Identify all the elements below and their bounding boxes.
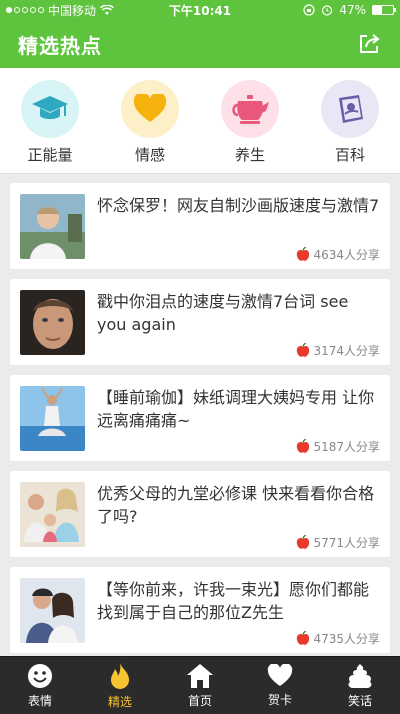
- article-thumbnail: [20, 386, 85, 451]
- article-title: 优秀父母的九堂必修课 快来看看你合格了吗?: [97, 484, 375, 526]
- category-label: 情感: [134, 146, 165, 164]
- apple-icon: [297, 439, 310, 453]
- article-thumbnail: [20, 290, 85, 355]
- header: 精选热点: [0, 20, 400, 68]
- article-card[interactable]: 戳中你泪点的速度与激情7台词 see you again 3174人分享: [10, 279, 390, 365]
- flame-icon: [111, 662, 129, 689]
- share-count: 4735人分享: [296, 630, 380, 647]
- category-circle: [221, 80, 279, 138]
- article-card[interactable]: 【睡前瑜伽】妹纸调理大姨妈专用 让你远离痛痛痛~ 5187人分享: [10, 375, 390, 461]
- share-button[interactable]: [356, 31, 382, 57]
- article-title: 戳中你泪点的速度与激情7台词 see you again: [97, 292, 349, 334]
- category-label: 养生: [234, 146, 265, 164]
- article-thumbnail: [20, 482, 85, 547]
- article-title: 【等你前来，许我一束光】愿你们都能找到属于自己的那位Z先生: [97, 580, 370, 622]
- share-count-label: 5771人分享: [313, 536, 380, 550]
- alarm-icon: [322, 5, 333, 16]
- smiley-icon: [28, 663, 52, 688]
- category-label: 百科: [334, 146, 365, 164]
- article-thumbnail: [20, 578, 85, 643]
- teapot-icon: [232, 95, 269, 124]
- share-count-label: 3174人分享: [313, 344, 380, 358]
- carrier-label: 中国移动: [48, 3, 97, 18]
- category-encyclopedia[interactable]: 百科: [310, 80, 390, 173]
- category-health[interactable]: 养生: [210, 80, 290, 173]
- tab-label: 笑话: [347, 693, 372, 708]
- article-title: 【睡前瑜伽】妹纸调理大姨妈专用 让你远离痛痛痛~: [97, 388, 375, 430]
- tab-label: 贺卡: [267, 692, 292, 707]
- poop-icon: [348, 663, 372, 688]
- tab-home[interactable]: 首页: [160, 657, 240, 714]
- apple-icon: [297, 631, 310, 645]
- share-count-label: 4634人分享: [313, 248, 380, 262]
- wifi-icon: [100, 4, 115, 15]
- page-title: 精选热点: [18, 33, 102, 58]
- category-circle: [321, 80, 379, 138]
- heart-icon: [133, 94, 167, 122]
- article-title: 怀念保罗！网友自制沙画版速度与激情7: [97, 196, 380, 215]
- share-icon: [360, 34, 380, 53]
- status-left: 中国移动: [6, 2, 166, 19]
- category-positive-energy[interactable]: 正能量: [10, 80, 90, 173]
- share-count-label: 4735人分享: [313, 632, 380, 646]
- tab-label: 表情: [27, 693, 52, 708]
- battery-percent: 47%: [339, 3, 366, 17]
- article-feed: 怀念保罗！网友自制沙画版速度与激情7 4634人分享 戳中你泪点的速度与激情7台…: [0, 174, 400, 656]
- graduation-cap-icon: [32, 96, 68, 119]
- book-icon: [339, 95, 363, 123]
- tab-emoji[interactable]: 表情: [0, 657, 80, 714]
- category-circle: [121, 80, 179, 138]
- tab-featured[interactable]: 精选: [80, 657, 160, 714]
- share-count: 3174人分享: [296, 342, 380, 359]
- article-card[interactable]: 优秀父母的九堂必修课 快来看看你合格了吗? 5771人分享: [10, 471, 390, 557]
- tab-label: 精选: [107, 694, 132, 709]
- category-emotion[interactable]: 情感: [110, 80, 190, 173]
- article-thumbnail: [20, 194, 85, 259]
- article-card[interactable]: 【等你前来，许我一束光】愿你们都能找到属于自己的那位Z先生 4735人分享: [10, 567, 390, 653]
- share-count: 5771人分享: [296, 534, 380, 551]
- tab-label: 首页: [187, 693, 212, 708]
- share-count: 5187人分享: [296, 438, 380, 455]
- category-circle: [21, 80, 79, 138]
- tab-bar: 表情 精选 首页 贺卡 笑话: [0, 656, 400, 714]
- status-bar: 中国移动 下午10:41 47%: [0, 0, 400, 20]
- category-bar: 正能量 情感 养生 百科: [0, 68, 400, 174]
- tab-jokes[interactable]: 笑话: [320, 657, 400, 714]
- apple-icon: [297, 343, 310, 357]
- battery-fill: [373, 6, 383, 14]
- tab-cards[interactable]: 贺卡: [240, 657, 320, 714]
- signal-icon: [6, 7, 44, 13]
- battery-icon: [372, 5, 396, 15]
- apple-icon: [297, 535, 310, 549]
- article-card[interactable]: 怀念保罗！网友自制沙画版速度与激情7 4634人分享: [10, 183, 390, 269]
- status-right: 47%: [234, 3, 396, 17]
- category-label: 正能量: [27, 146, 73, 164]
- heart-icon: [267, 663, 293, 686]
- share-count-label: 5187人分享: [313, 440, 380, 454]
- apple-icon: [297, 247, 310, 261]
- status-time: 下午10:41: [168, 3, 232, 18]
- home-icon: [187, 663, 213, 688]
- rotation-lock-icon: [303, 4, 315, 16]
- share-count: 4634人分享: [296, 246, 380, 263]
